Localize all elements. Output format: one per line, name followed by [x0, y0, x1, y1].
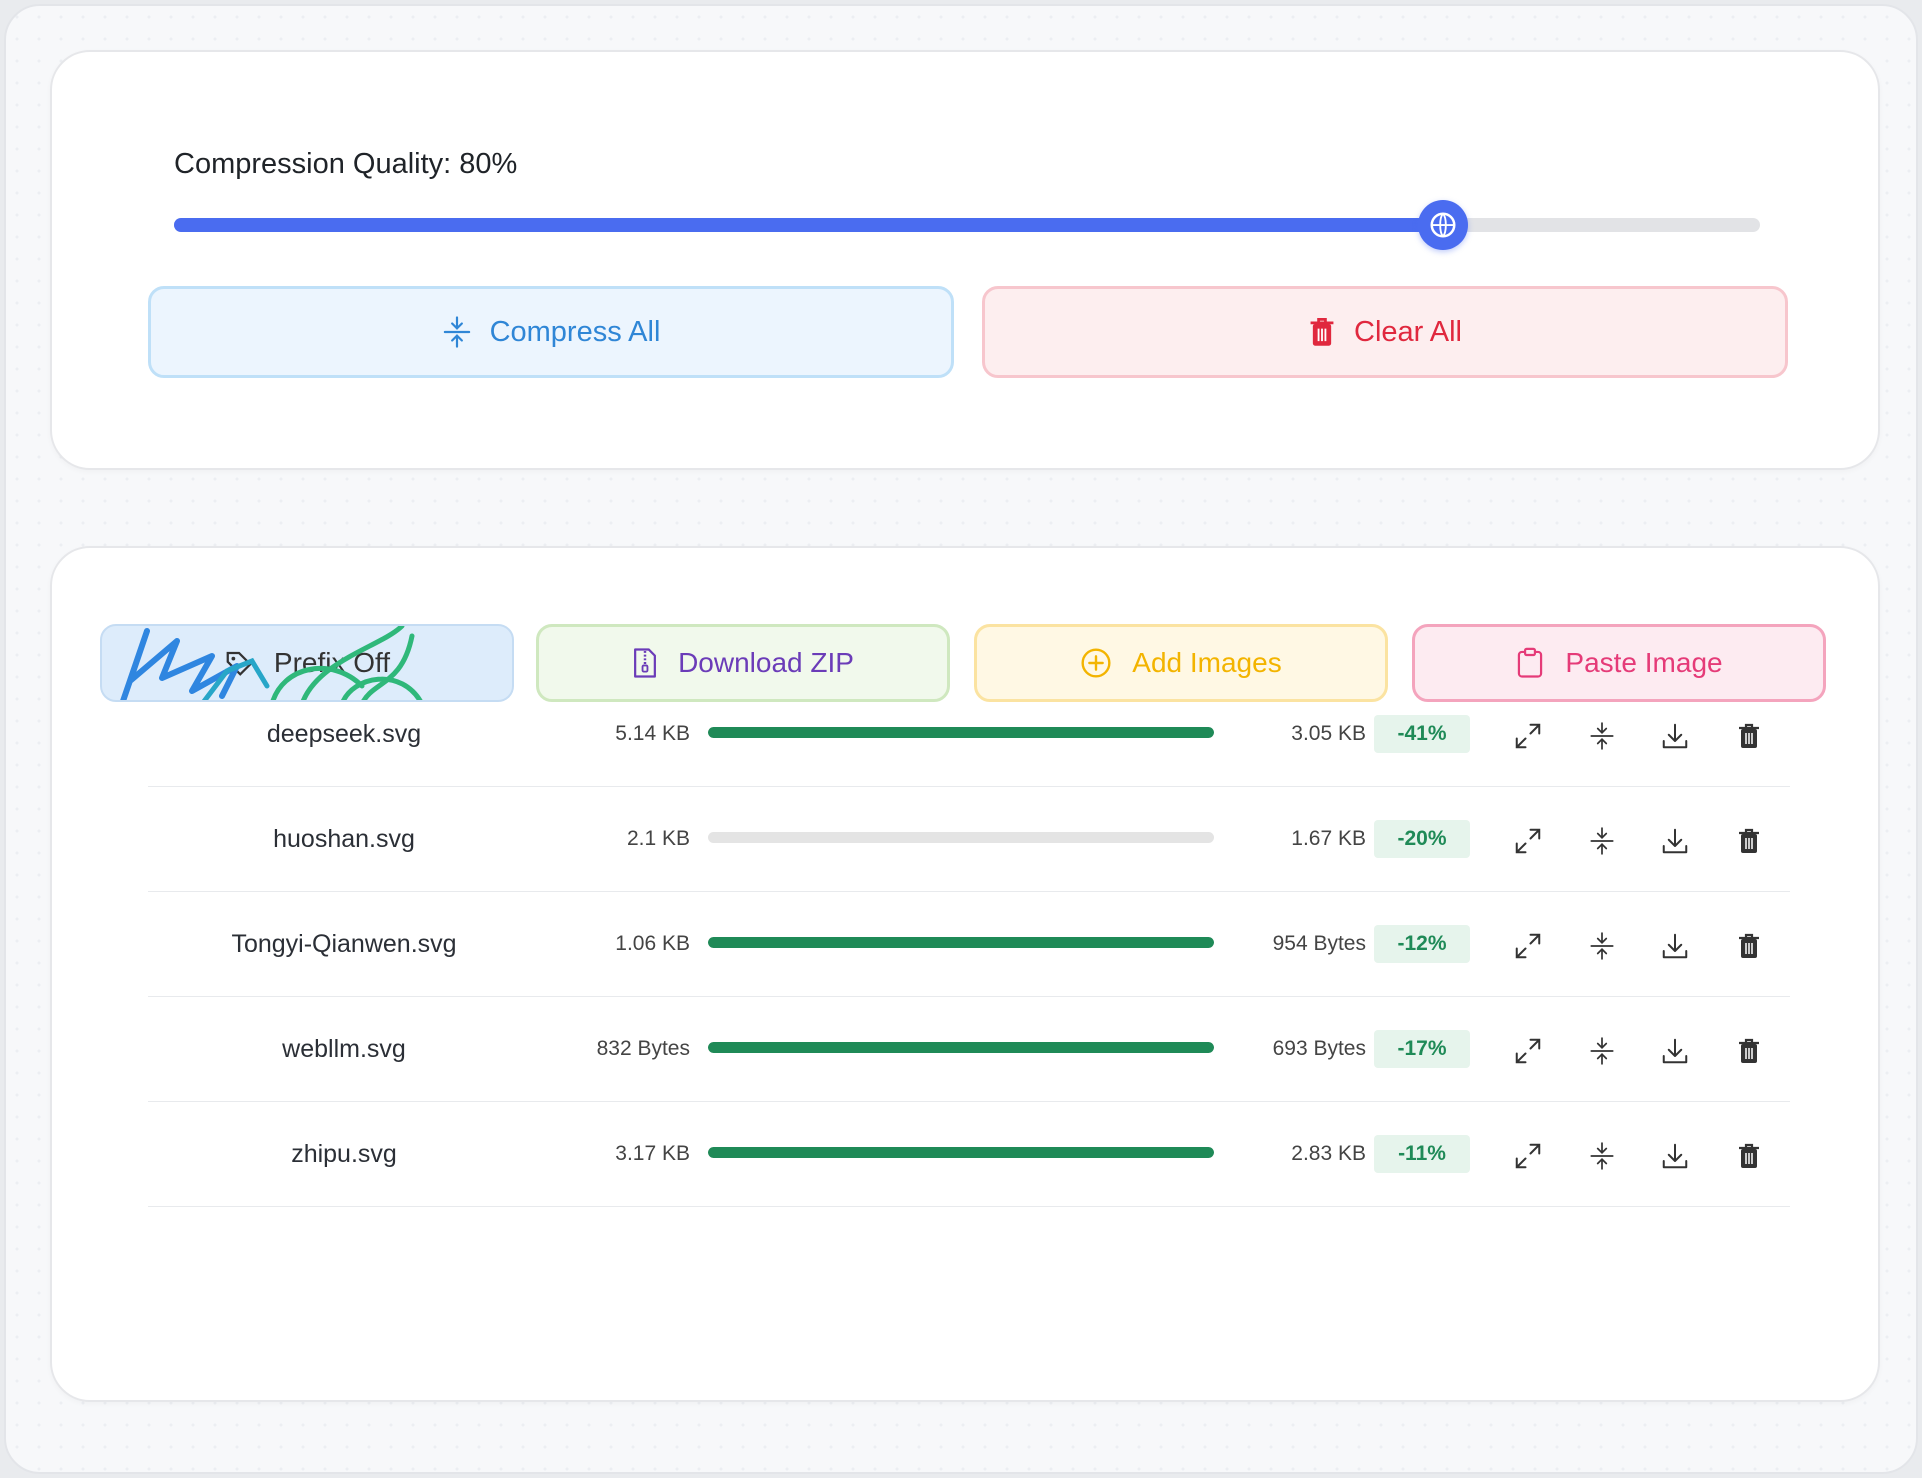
progress-bar	[708, 937, 1214, 948]
trash-icon	[1739, 933, 1759, 958]
reduction-badge: -41%	[1374, 715, 1470, 753]
paste-image-label: Paste Image	[1565, 647, 1723, 678]
trash-icon	[1739, 828, 1759, 853]
expand-icon	[1515, 1038, 1541, 1064]
compress-all-label: Compress All	[489, 315, 661, 348]
progress-bar	[708, 1147, 1214, 1158]
quality-slider-thumb[interactable]	[1417, 200, 1468, 250]
preview-button[interactable]	[1510, 718, 1546, 754]
quality-slider-fill	[174, 218, 1443, 232]
compress-icon	[1590, 1142, 1614, 1170]
compress-file-button[interactable]	[1584, 823, 1620, 859]
download-file-button[interactable]	[1657, 1138, 1693, 1174]
delete-file-button[interactable]	[1731, 1138, 1767, 1174]
download-file-button[interactable]	[1657, 823, 1693, 859]
progress-bar-fill	[708, 1042, 1214, 1053]
compress-icon	[1590, 827, 1614, 855]
reduction-badge: -20%	[1374, 820, 1470, 858]
clear-all-label: Clear All	[1354, 315, 1462, 348]
delete-file-button[interactable]	[1731, 1033, 1767, 1069]
reduction-badge: -11%	[1374, 1135, 1470, 1173]
original-size: 832 Bytes	[596, 1037, 690, 1060]
quality-label: Compression Quality: 80%	[174, 148, 517, 181]
preview-button[interactable]	[1510, 1033, 1546, 1069]
download-file-button[interactable]	[1657, 718, 1693, 754]
file-row: zhipu.svg 3.17 KB 2.83 KB -11%	[148, 1102, 1790, 1207]
original-size: 2.1 KB	[626, 827, 690, 850]
quality-slider[interactable]	[174, 200, 1760, 250]
file-row: huoshan.svg 2.1 KB 1.67 KB -20%	[148, 787, 1790, 892]
download-icon	[1662, 933, 1688, 959]
compress-icon	[1590, 722, 1614, 750]
trash-icon	[1739, 1038, 1759, 1063]
trash-icon	[1739, 1143, 1759, 1168]
download-icon	[1662, 1143, 1688, 1169]
compress-file-button[interactable]	[1584, 1138, 1620, 1174]
compress-file-button[interactable]	[1584, 718, 1620, 754]
preview-button[interactable]	[1510, 928, 1546, 964]
compress-icon	[1590, 932, 1614, 960]
file-list-card: Prefix Off Download ZIP Add Images Paste…	[50, 546, 1880, 1402]
expand-icon	[1515, 933, 1541, 959]
delete-file-button[interactable]	[1731, 718, 1767, 754]
reduction-badge: -12%	[1374, 925, 1470, 963]
compress-icon	[443, 316, 470, 348]
download-icon	[1662, 723, 1688, 749]
original-size: 5.14 KB	[615, 722, 690, 745]
file-row: webllm.svg 832 Bytes 693 Bytes -17%	[148, 997, 1790, 1102]
trash-icon	[1739, 723, 1759, 748]
progress-bar-fill	[708, 727, 1214, 738]
preview-button[interactable]	[1510, 1138, 1546, 1174]
clear-all-button[interactable]: Clear All	[982, 286, 1788, 378]
compress-file-button[interactable]	[1584, 928, 1620, 964]
expand-icon	[1515, 1143, 1541, 1169]
app-window: Compression Quality: 80% Compress All Cl…	[4, 4, 1918, 1474]
compress-icon	[1590, 1037, 1614, 1065]
original-size: 1.06 KB	[615, 932, 690, 955]
trash-icon	[1310, 318, 1334, 346]
original-size: 3.17 KB	[615, 1142, 690, 1165]
compressed-size: 1.67 KB	[1291, 827, 1366, 850]
compress-globe-icon	[1430, 212, 1456, 238]
expand-icon	[1515, 828, 1541, 854]
compress-file-button[interactable]	[1584, 1033, 1620, 1069]
zip-file-icon	[634, 648, 657, 678]
add-images-label: Add Images	[1132, 647, 1282, 678]
download-zip-label: Download ZIP	[678, 647, 854, 678]
expand-icon	[1515, 723, 1541, 749]
quality-value: 80%	[459, 148, 518, 180]
download-file-button[interactable]	[1657, 928, 1693, 964]
download-file-button[interactable]	[1657, 1033, 1693, 1069]
compressed-size: 2.83 KB	[1291, 1142, 1366, 1165]
quality-label-text: Compression Quality:	[174, 148, 452, 180]
reduction-badge: -17%	[1374, 1030, 1470, 1068]
download-icon	[1662, 828, 1688, 854]
settings-card: Compression Quality: 80% Compress All Cl…	[50, 50, 1880, 470]
download-icon	[1662, 1038, 1688, 1064]
progress-bar	[708, 1042, 1214, 1053]
plus-circle-icon	[1081, 648, 1111, 678]
compress-all-button[interactable]: Compress All	[148, 286, 954, 378]
compressed-size: 693 Bytes	[1272, 1037, 1366, 1060]
preview-button[interactable]	[1510, 823, 1546, 859]
delete-file-button[interactable]	[1731, 823, 1767, 859]
progress-bar-fill	[708, 1147, 1214, 1158]
file-row: Tongyi-Qianwen.svg 1.06 KB 954 Bytes -12…	[148, 892, 1790, 997]
file-row: deepseek.svg 5.14 KB 3.05 KB -41%	[148, 682, 1790, 787]
prefix-toggle-label: Prefix Off	[273, 647, 391, 678]
progress-bar-fill	[708, 937, 1214, 948]
progress-bar	[708, 832, 1214, 843]
compressed-size: 3.05 KB	[1291, 722, 1366, 745]
compressed-size: 954 Bytes	[1272, 932, 1366, 955]
progress-bar	[708, 727, 1214, 738]
delete-file-button[interactable]	[1731, 928, 1767, 964]
tag-icon	[226, 651, 252, 676]
clipboard-icon	[1518, 647, 1543, 678]
